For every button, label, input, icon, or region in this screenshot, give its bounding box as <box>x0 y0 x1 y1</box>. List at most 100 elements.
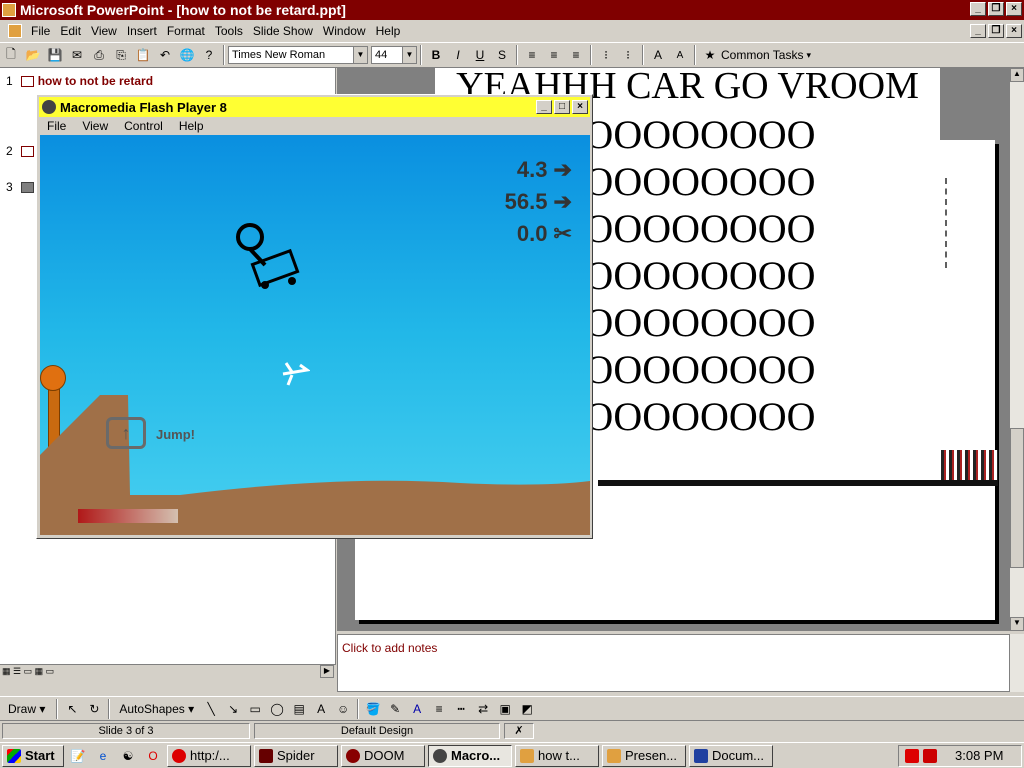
hyperlink-icon[interactable]: 🌐 <box>176 44 198 66</box>
dash-style-icon[interactable]: ┅ <box>450 698 472 720</box>
glitch-bar <box>598 480 998 486</box>
quicklaunch-ie-icon[interactable]: e <box>92 745 114 767</box>
open-icon[interactable]: 📂 <box>22 44 44 66</box>
decrease-font-icon[interactable]: A <box>669 44 691 66</box>
quicklaunch-media-icon[interactable]: ☯ <box>117 745 139 767</box>
line-icon[interactable]: ╲ <box>200 698 222 720</box>
line-style-icon[interactable]: ≡ <box>428 698 450 720</box>
save-icon[interactable]: 💾 <box>44 44 66 66</box>
notes-pane[interactable]: Click to add notes <box>337 634 1024 692</box>
task-powerpoint[interactable]: how t... <box>515 744 599 767</box>
arrow-icon[interactable]: ↘ <box>222 698 244 720</box>
flash-menu-help[interactable]: Help <box>171 119 212 133</box>
font-size-select[interactable]: 44 ▼ <box>371 46 417 64</box>
flash-menu-file[interactable]: File <box>39 119 74 133</box>
align-right-icon[interactable]: ≡ <box>565 44 587 66</box>
task-flash[interactable]: Macro... <box>428 744 512 767</box>
3d-icon[interactable]: ◩ <box>516 698 538 720</box>
notes-scrollbar[interactable] <box>1009 634 1024 692</box>
align-left-icon[interactable]: ≡ <box>521 44 543 66</box>
task-spider[interactable]: Spider <box>254 744 338 767</box>
launch-knob[interactable] <box>40 365 66 391</box>
paste-icon[interactable]: 📋 <box>132 44 154 66</box>
flash-menu-view[interactable]: View <box>74 119 116 133</box>
slide-icon[interactable] <box>20 181 34 193</box>
tray-icon[interactable] <box>905 748 919 763</box>
align-center-icon[interactable]: ≡ <box>543 44 565 66</box>
menu-edit[interactable]: Edit <box>55 24 86 38</box>
rotate-icon[interactable]: ↻ <box>83 698 105 720</box>
bold-button[interactable]: B <box>425 44 447 66</box>
zoom-icon[interactable]: ? <box>198 44 220 66</box>
flash-minimize-button[interactable]: _ <box>536 100 552 114</box>
underline-button[interactable]: U <box>469 44 491 66</box>
quicklaunch-opera-icon[interactable]: O <box>142 745 164 767</box>
draw-menu[interactable]: Draw ▾ <box>0 702 53 716</box>
scroll-down-icon[interactable]: ▼ <box>1010 617 1024 631</box>
menu-tools[interactable]: Tools <box>210 24 248 38</box>
doc-close-button[interactable]: × <box>1006 24 1022 38</box>
slide-icon[interactable] <box>20 75 34 87</box>
font-color-icon[interactable]: A <box>406 698 428 720</box>
jump-arrow-icon[interactable]: ↑ <box>106 417 146 449</box>
fill-color-icon[interactable]: 🪣 <box>362 698 384 720</box>
common-tasks-button[interactable]: Common Tasks <box>721 48 803 62</box>
spider-icon <box>259 748 273 763</box>
task-word[interactable]: Docum... <box>689 744 773 767</box>
select-arrow-icon[interactable]: ↖ <box>61 698 83 720</box>
flash-menu-control[interactable]: Control <box>116 119 171 133</box>
task-presentation[interactable]: Presen... <box>602 744 686 767</box>
print-icon[interactable]: ⎙ <box>88 44 110 66</box>
selection-handle-border[interactable] <box>945 178 953 268</box>
outline-slide-title[interactable]: how to not be retard <box>38 74 153 88</box>
textbox-icon[interactable]: ▤ <box>288 698 310 720</box>
start-button[interactable]: Start <box>2 744 64 767</box>
scroll-thumb[interactable] <box>1010 428 1024 568</box>
clock[interactable]: 3:08 PM <box>955 748 1003 763</box>
arrow-style-icon[interactable]: ⇄ <box>472 698 494 720</box>
undo-icon[interactable]: ↶ <box>154 44 176 66</box>
task-doom[interactable]: DOOM <box>341 744 425 767</box>
flash-maximize-button[interactable]: □ <box>554 100 570 114</box>
menu-insert[interactable]: Insert <box>122 24 162 38</box>
oval-icon[interactable]: ◯ <box>266 698 288 720</box>
slide-icon[interactable] <box>20 145 34 157</box>
flash-close-button[interactable]: × <box>572 100 588 114</box>
tray-icon[interactable] <box>923 748 937 763</box>
game-stage[interactable]: 4.3 ➔ 56.5 ➔ 0.0 ✂ ↑ Jump! <box>40 135 590 535</box>
shadow-button[interactable]: S <box>491 44 513 66</box>
menu-format[interactable]: Format <box>162 24 210 38</box>
menu-help[interactable]: Help <box>371 24 406 38</box>
doc-restore-button[interactable]: ❐ <box>988 24 1004 38</box>
menu-slide-show[interactable]: Slide Show <box>248 24 318 38</box>
document-icon[interactable] <box>8 24 22 38</box>
italic-button[interactable]: I <box>447 44 469 66</box>
email-icon[interactable]: ✉ <box>66 44 88 66</box>
increase-font-icon[interactable]: A <box>647 44 669 66</box>
copy-icon[interactable]: ⎘ <box>110 44 132 66</box>
quicklaunch-notepad-icon[interactable]: 📝 <box>67 745 89 767</box>
maximize-button[interactable]: ❐ <box>988 2 1004 16</box>
scroll-up-icon[interactable]: ▲ <box>1010 68 1024 82</box>
scroll-right-icon[interactable]: ▶ <box>320 665 334 678</box>
shadow-icon[interactable]: ▣ <box>494 698 516 720</box>
rectangle-icon[interactable]: ▭ <box>244 698 266 720</box>
clipart-icon[interactable]: ☺ <box>332 698 354 720</box>
minimize-button[interactable]: _ <box>970 2 986 16</box>
numbering-icon[interactable]: ⁝ <box>595 44 617 66</box>
bullets-icon[interactable]: ⁝ <box>617 44 639 66</box>
doc-minimize-button[interactable]: _ <box>970 24 986 38</box>
font-select[interactable]: Times New Roman ▼ <box>228 46 368 64</box>
autoshapes-menu[interactable]: AutoShapes ▾ <box>113 702 200 716</box>
menu-file[interactable]: File <box>26 24 55 38</box>
spelling-icon[interactable]: ✗ <box>504 722 534 739</box>
close-button[interactable]: × <box>1006 2 1022 16</box>
new-icon[interactable]: 🗋 <box>0 44 22 66</box>
menu-view[interactable]: View <box>86 24 122 38</box>
menu-window[interactable]: Window <box>318 24 371 38</box>
line-color-icon[interactable]: ✎ <box>384 698 406 720</box>
wordart-icon[interactable]: A <box>310 698 332 720</box>
slide-scrollbar[interactable]: ▲ ▼ <box>1009 68 1024 631</box>
view-icons[interactable]: ▦ ☰ ▭ ▦ ▭ <box>2 666 54 677</box>
task-browser[interactable]: http:/... <box>167 744 251 767</box>
